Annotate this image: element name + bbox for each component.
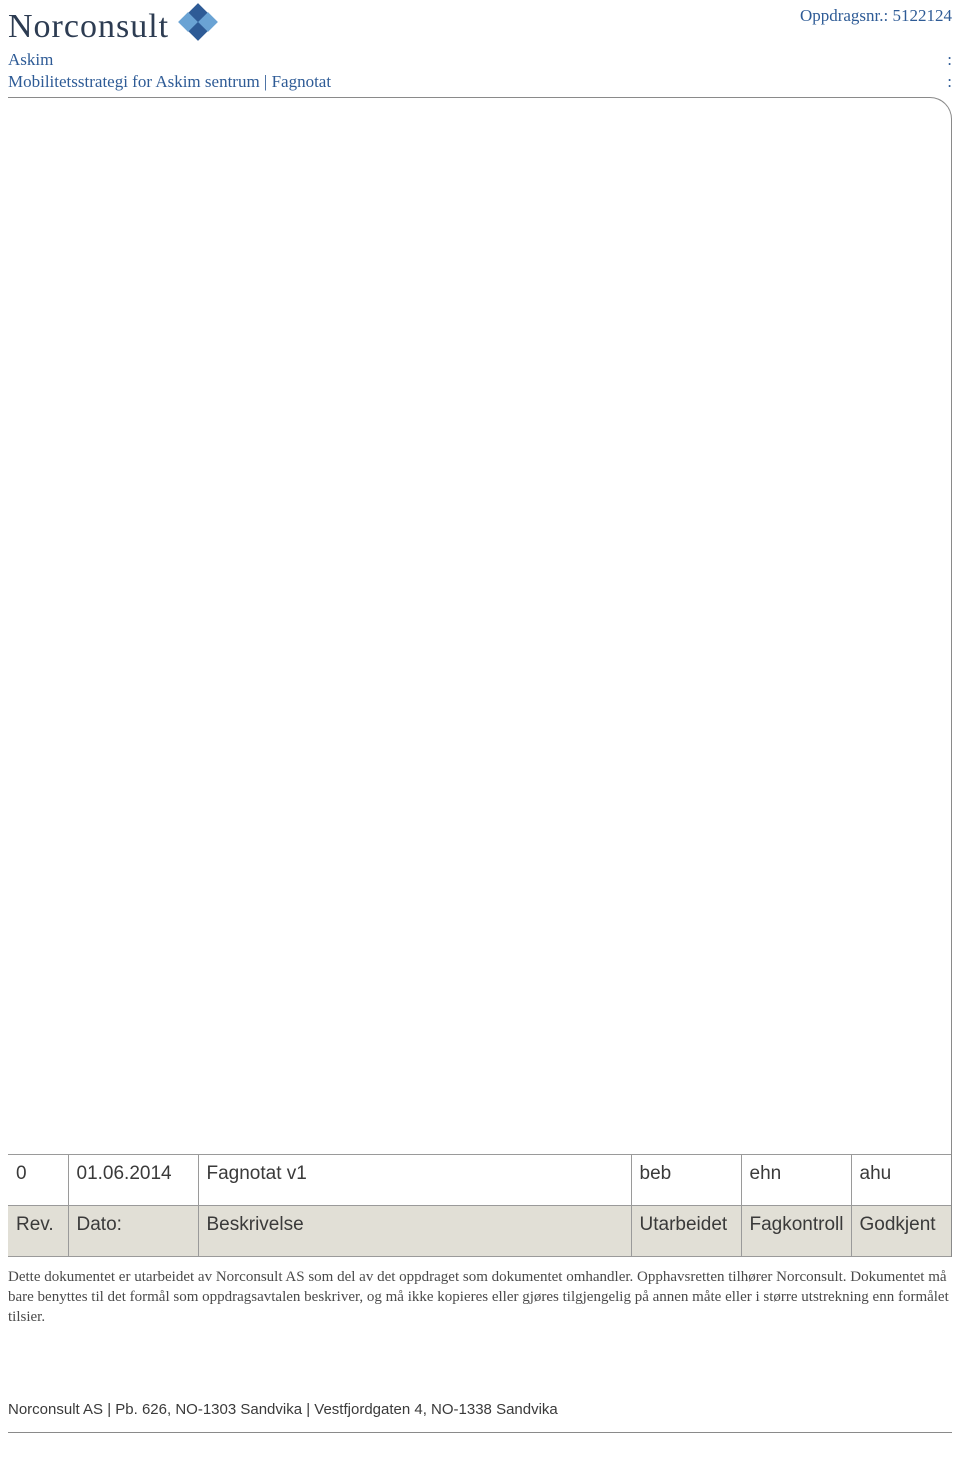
page-header: Norconsult Oppdragsnr.: 5122124 Askim : … bbox=[0, 0, 960, 93]
disclaimer-text: Dette dokumentet er utarbeidet av Norcon… bbox=[8, 1267, 952, 1328]
table-row: 0 01.06.2014 Fagnotat v1 beb ehn ahu bbox=[8, 1154, 951, 1205]
rev-header: Rev. bbox=[8, 1205, 68, 1256]
prepared-by-cell: beb bbox=[631, 1154, 741, 1205]
date-cell: 01.06.2014 bbox=[68, 1154, 198, 1205]
revision-table: 0 01.06.2014 Fagnotat v1 beb ehn ahu Rev… bbox=[8, 1154, 951, 1257]
company-logo: Norconsult bbox=[8, 6, 219, 48]
document-title: Mobilitetsstrategi for Askim sentrum | F… bbox=[8, 72, 331, 92]
oppdrags-number: Oppdragsnr.: 5122124 bbox=[800, 6, 952, 26]
colon-marker-2: : bbox=[947, 72, 952, 92]
date-header: Dato: bbox=[68, 1205, 198, 1256]
rev-cell: 0 bbox=[8, 1154, 68, 1205]
table-header-row: Rev. Dato: Beskrivelse Utarbeidet Fagkon… bbox=[8, 1205, 951, 1256]
prepared-by-header: Utarbeidet bbox=[631, 1205, 741, 1256]
description-header: Beskrivelse bbox=[198, 1205, 631, 1256]
footer-address: Norconsult AS | Pb. 626, NO-1303 Sandvik… bbox=[8, 1401, 952, 1418]
content-frame: 0 01.06.2014 Fagnotat v1 beb ehn ahu Rev… bbox=[8, 97, 952, 1257]
logo-icon bbox=[177, 6, 219, 48]
checked-by-cell: ehn bbox=[741, 1154, 851, 1205]
checked-by-header: Fagkontroll bbox=[741, 1205, 851, 1256]
approved-by-cell: ahu bbox=[851, 1154, 951, 1205]
client-name: Askim bbox=[8, 50, 53, 70]
page-footer: Norconsult AS | Pb. 626, NO-1303 Sandvik… bbox=[8, 1401, 952, 1433]
company-name: Norconsult bbox=[8, 8, 169, 46]
colon-marker-1: : bbox=[947, 50, 952, 70]
description-cell: Fagnotat v1 bbox=[198, 1154, 631, 1205]
approved-by-header: Godkjent bbox=[851, 1205, 951, 1256]
